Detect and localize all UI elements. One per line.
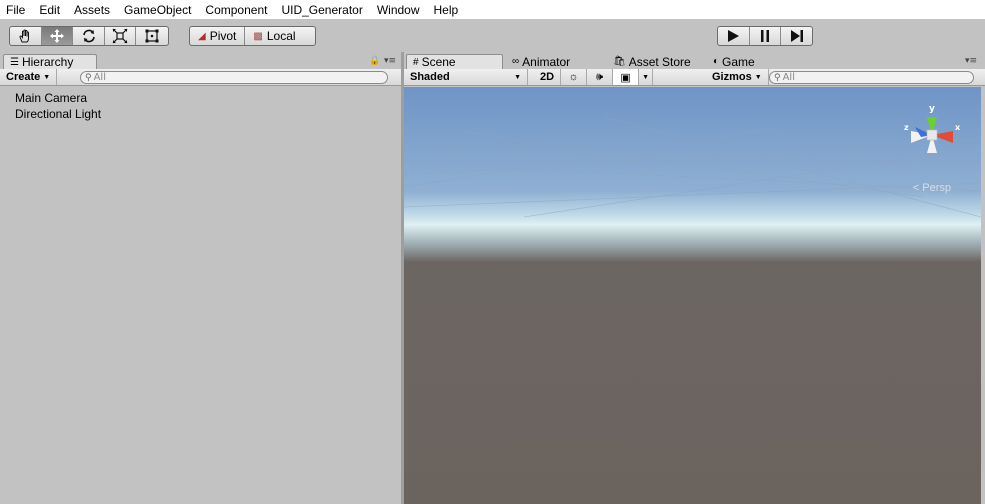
game-tab-label: Game [722,54,755,69]
menu-bar: File Edit Assets GameObject Component UI… [0,0,985,19]
playback-controls [717,26,813,46]
list-item[interactable]: Directional Light [0,106,401,122]
dropdown-arrow-icon: ▼ [642,73,649,81]
rotate-tool-button[interactable] [73,27,105,45]
tab-scene[interactable]: # Scene [406,54,503,69]
lock-icon[interactable]: 🔒 [369,56,380,66]
hierarchy-search-placeholder: All [93,72,106,83]
image-icon: ▣ [620,71,631,84]
play-button[interactable] [718,27,750,45]
tab-asset-store[interactable]: 🛍 Asset Store [607,54,697,69]
pivot-toggles: ◢ Pivot ▩ Local [189,26,316,46]
rect-tool-button[interactable] [136,27,168,45]
menu-edit[interactable]: Edit [39,3,60,17]
asset-store-tab-label: Asset Store [628,54,691,69]
effects-dropdown[interactable]: ▼ [639,69,653,85]
audio-toggle[interactable]: 🕪 [587,69,614,85]
scale-tool-button[interactable] [105,27,137,45]
persp-arrow-icon: < [912,182,920,194]
dropdown-arrow-icon: ▼ [754,73,762,81]
gizmo-y-label: y [929,104,935,114]
gizmos-label: Gizmos [712,71,752,83]
move-icon [49,29,64,43]
rotate-icon [82,29,95,43]
pause-icon [761,30,769,42]
scene-search-placeholder: All [782,72,795,83]
shading-mode-label: Shaded [410,71,450,83]
scene-tab-label: Scene [421,55,456,69]
pivot-label: Pivot [209,29,237,43]
rect-tool-icon [145,29,159,43]
mode-2d-label: 2D [540,71,555,83]
gizmos-dropdown[interactable]: Gizmos ▼ [706,69,769,85]
game-pacman-icon: ◐ [713,56,720,67]
list-item[interactable]: Main Camera [0,90,401,106]
gizmo-center-cube[interactable] [926,129,938,141]
lighting-toggle[interactable]: ☼ [561,69,588,85]
move-tool-button[interactable] [41,27,74,45]
menu-gameobject[interactable]: GameObject [124,3,191,17]
gizmo-x-label: x [955,123,961,132]
local-label: Local [266,29,296,43]
panel-menu-icon[interactable]: ▾≡ [384,56,396,66]
dropdown-arrow-icon: ▼ [514,73,521,81]
search-icon: ⚲ [774,72,781,83]
list-icon: ☰ [10,56,19,68]
scale-icon [112,28,128,44]
transform-tools [9,26,169,46]
hierarchy-tab-strip: ☰ Hierarchy 🔒 ▾≡ [0,52,401,69]
menu-assets[interactable]: Assets [74,3,110,17]
dropdown-arrow-icon: ▼ [43,73,51,81]
animator-tab-label: Animator [522,54,571,69]
scene-panel: # Scene ∞ Animator 🛍 Asset Store ◐ Game … [404,52,985,504]
local-button[interactable]: ▩ Local [245,27,303,45]
hierarchy-search-input[interactable]: ⚲ All [80,71,388,84]
hierarchy-toolbar: Create ▼ ⚲ All [0,69,401,86]
pivot-icon: ◢ [198,30,206,42]
play-icon [728,30,740,42]
animator-icon: ∞ [512,56,520,67]
tab-animator[interactable]: ∞ Animator [506,54,576,69]
gizmo-z-label: z [904,123,909,132]
hand-icon [19,29,30,43]
step-icon [790,30,803,42]
sun-icon: ☼ [568,71,579,83]
scene-viewport[interactable]: y x z < Persp [404,87,981,504]
pause-button[interactable] [750,27,782,45]
menu-help[interactable]: Help [434,3,459,17]
create-dropdown[interactable]: Create ▼ [0,69,58,85]
scene-toolbar: Shaded ▼ 2D ☼ 🕪 ▣ ▼ Gizmos ▼ ⚲ All [404,69,985,86]
scene-tab-strip: # Scene ∞ Animator 🛍 Asset Store ◐ Game … [404,52,985,69]
menu-uid-generator[interactable]: UID_Generator [281,3,362,17]
scene-panel-menu-icon[interactable]: ▾≡ [965,56,977,66]
menu-component[interactable]: Component [205,3,267,17]
projection-toggle[interactable]: < Persp [913,182,951,194]
hierarchy-list: Main Camera Directional Light [0,90,401,122]
shading-mode-dropdown[interactable]: Shaded ▼ [404,69,528,85]
grid-icon: # [413,56,419,68]
menu-window[interactable]: Window [377,3,420,17]
projection-label: Persp [922,182,951,194]
tab-game[interactable]: ◐ Game [707,54,761,69]
scene-grid [404,116,981,218]
create-label: Create [6,71,41,83]
local-cube-icon: ▩ [253,30,263,42]
effects-toggle[interactable]: ▣ [613,69,640,85]
store-bag-icon: 🛍 [613,56,626,67]
step-button[interactable] [781,27,812,45]
search-icon: ⚲ [85,72,92,83]
hierarchy-panel: ☰ Hierarchy 🔒 ▾≡ Create ▼ ⚲ All Main Cam… [0,52,401,504]
hierarchy-tab-label: Hierarchy [21,55,74,69]
scene-search-input[interactable]: ⚲ All [769,71,974,84]
hand-tool-button[interactable] [10,27,42,45]
tab-hierarchy[interactable]: ☰ Hierarchy [3,54,97,69]
speaker-icon: 🕪 [596,70,604,83]
menu-file[interactable]: File [6,3,25,17]
pivot-button[interactable]: ◢ Pivot [190,27,246,45]
toggle-2d-button[interactable]: 2D [534,69,562,85]
main-toolbar: ◢ Pivot ▩ Local [0,19,985,52]
orientation-gizmo[interactable]: y x z [901,97,963,169]
